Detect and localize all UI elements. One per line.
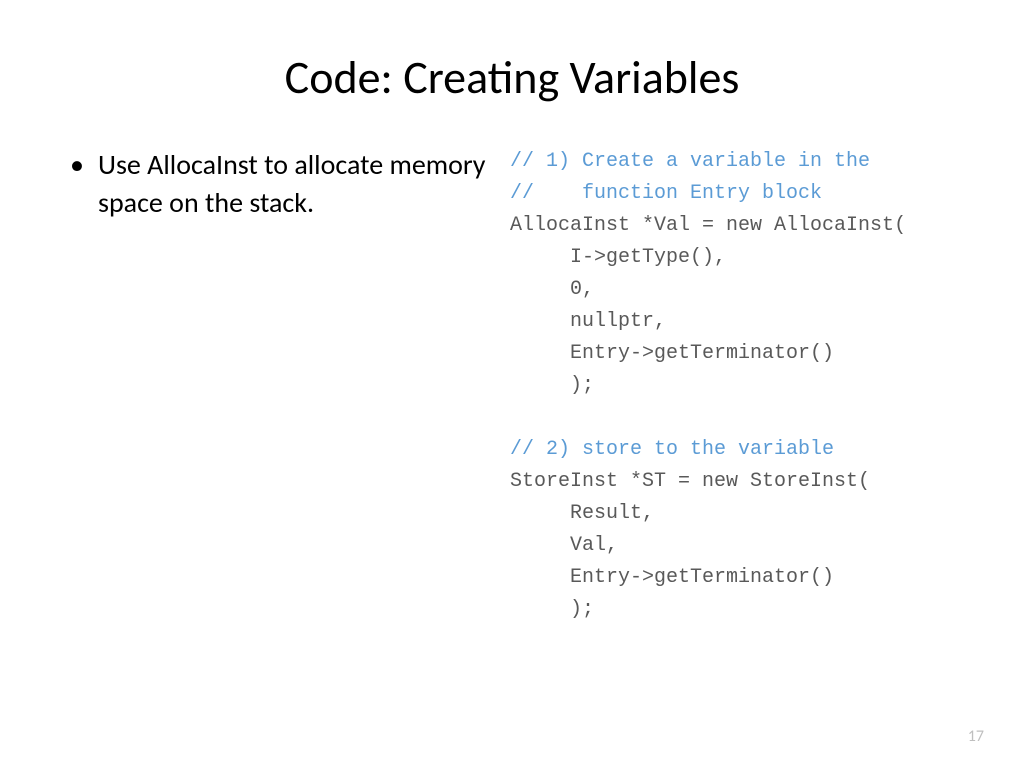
- code-line: I->getType(),: [510, 246, 726, 269]
- slide-title: Code: Creating Variables: [70, 50, 954, 106]
- code-line: Entry->getTerminator(): [510, 566, 834, 589]
- code-line: Result,: [510, 502, 654, 525]
- code-line: StoreInst *ST = new StoreInst(: [510, 470, 870, 493]
- code-comment: // 1) Create a variable in the: [510, 150, 870, 173]
- bullet-item: Use AllocaInst to allocate memory space …: [70, 146, 490, 222]
- content-columns: Use AllocaInst to allocate memory space …: [70, 146, 954, 626]
- page-number: 17: [968, 727, 984, 746]
- right-column: // 1) Create a variable in the // functi…: [510, 146, 954, 626]
- slide: Code: Creating Variables Use AllocaInst …: [0, 0, 1024, 768]
- left-column: Use AllocaInst to allocate memory space …: [70, 146, 490, 626]
- code-line: 0,: [510, 278, 594, 301]
- code-block: // 1) Create a variable in the // functi…: [510, 146, 954, 626]
- code-line: AllocaInst *Val = new AllocaInst(: [510, 214, 906, 237]
- code-comment: // function Entry block: [510, 182, 822, 205]
- code-line: nullptr,: [510, 310, 666, 333]
- code-comment: // 2) store to the variable: [510, 438, 834, 461]
- code-line: );: [510, 374, 594, 397]
- bullet-list: Use AllocaInst to allocate memory space …: [70, 146, 490, 222]
- code-line: Entry->getTerminator(): [510, 342, 834, 365]
- code-line: );: [510, 598, 594, 621]
- code-line: Val,: [510, 534, 618, 557]
